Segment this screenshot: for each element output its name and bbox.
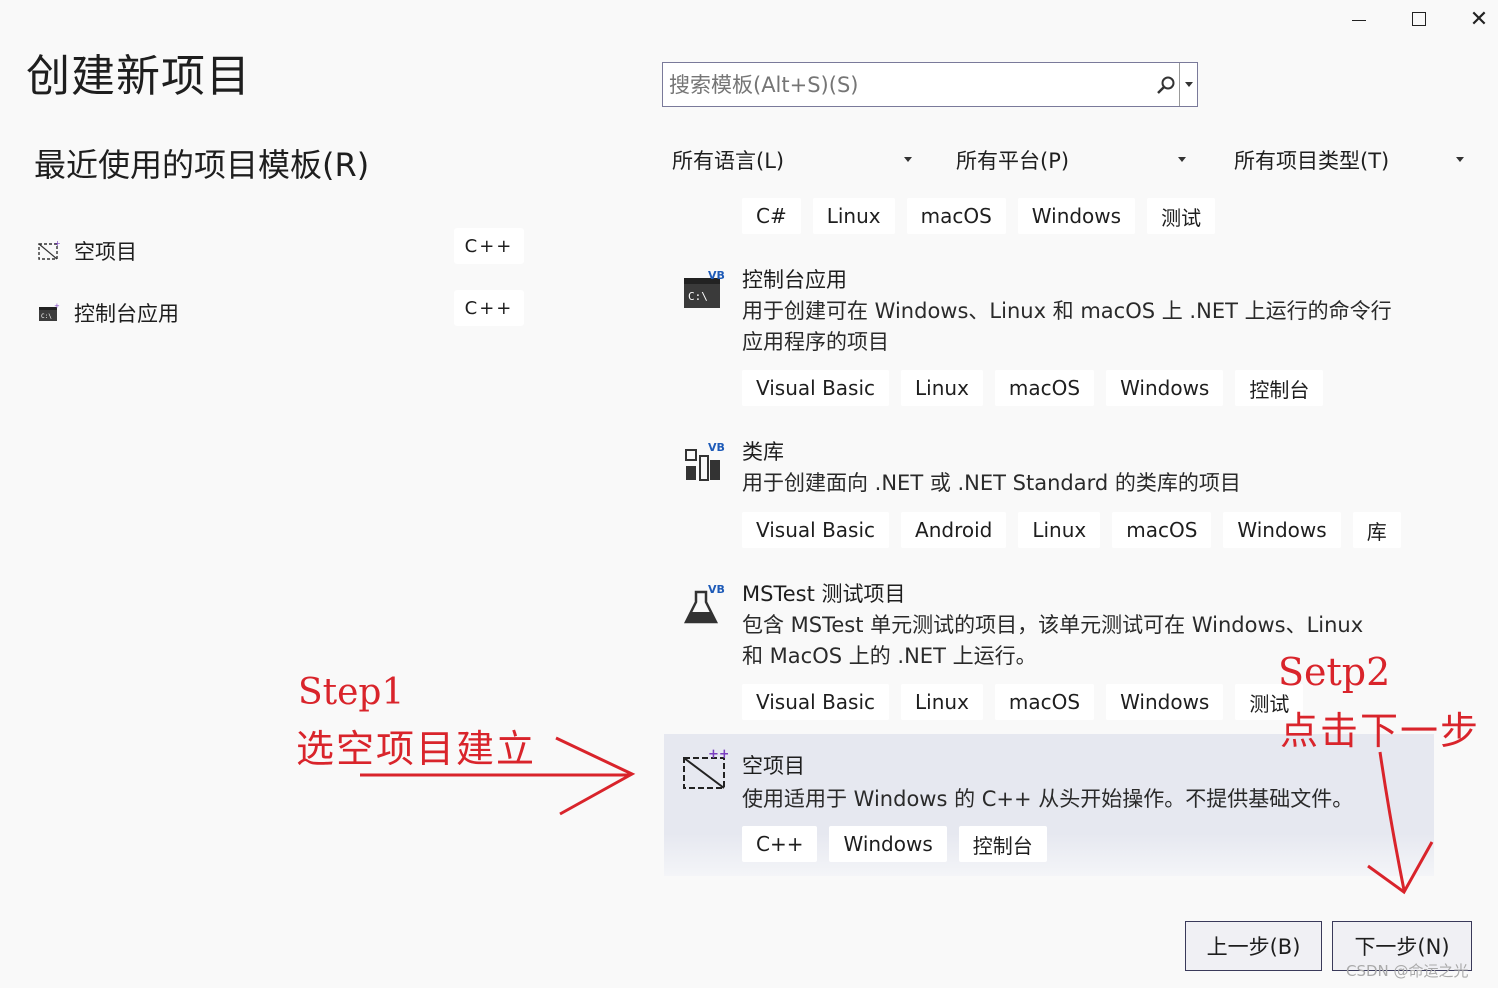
back-button[interactable]: 上一步(B) (1185, 921, 1322, 971)
arrow-right-icon (360, 736, 636, 816)
annotation-arrows (360, 736, 1434, 895)
arrow-down-icon (1367, 751, 1434, 895)
watermark: CSDN @命运之光 (1346, 962, 1469, 980)
